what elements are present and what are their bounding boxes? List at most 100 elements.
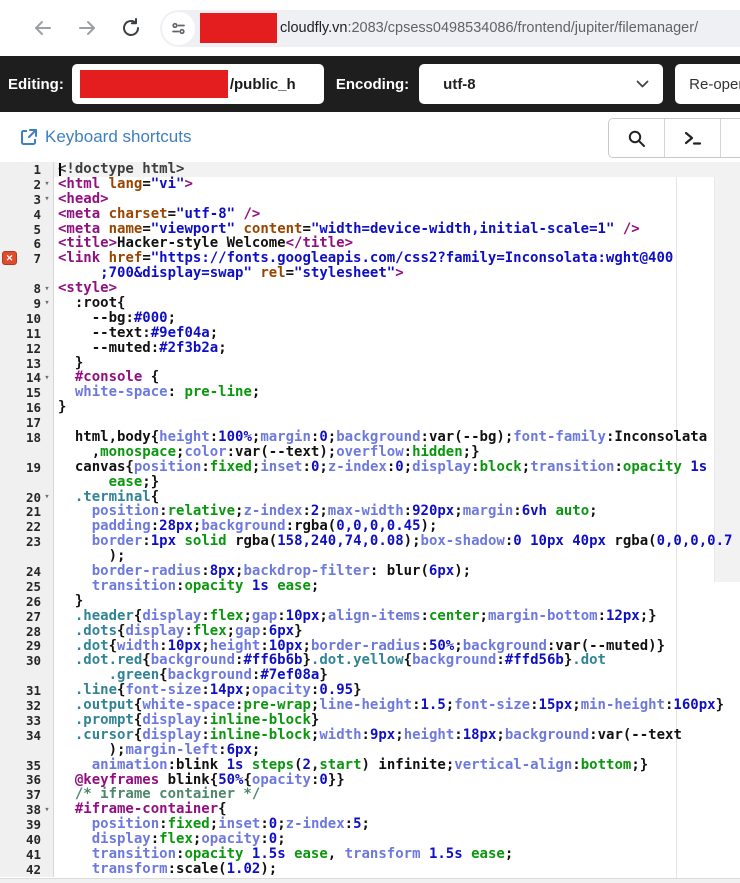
fold-arrow-icon[interactable]: ▾ <box>41 298 53 308</box>
encoding-select[interactable]: utf-8 <box>419 64 664 104</box>
token: 10px <box>285 607 320 624</box>
reopen-button[interactable]: Re-oper <box>675 64 740 104</box>
token: ; <box>277 831 286 848</box>
gutter-cell: 15 <box>0 385 54 400</box>
token: { <box>243 771 252 788</box>
token: border <box>91 533 143 550</box>
token: blink <box>167 771 210 788</box>
token: position <box>91 816 160 833</box>
code-line: 41 transition:opacity 1.5s ease, transfo… <box>0 847 740 862</box>
token: 9px <box>369 726 396 743</box>
token: ; <box>496 726 505 743</box>
token: .cursor <box>74 726 134 743</box>
token: line-height <box>319 697 413 714</box>
reload-button[interactable] <box>116 13 146 43</box>
token: <html <box>58 175 101 192</box>
token: ;} <box>462 443 480 460</box>
token: "viewport" <box>150 220 236 237</box>
fold-arrow-icon[interactable]: ▾ <box>41 194 53 204</box>
token: } <box>74 592 84 609</box>
gutter-cell: 4 <box>0 207 54 222</box>
token: <meta <box>58 220 101 237</box>
fold-arrow-icon[interactable]: ▾ <box>41 179 53 189</box>
token: } <box>74 354 84 371</box>
back-button[interactable] <box>28 13 58 43</box>
token: flex <box>209 607 244 624</box>
line-number: 36 <box>25 772 41 788</box>
token: hidden <box>412 443 463 460</box>
gutter-cell: 18 <box>0 430 54 445</box>
token: blink <box>176 756 219 773</box>
gutter-cell: 36 <box>0 772 54 788</box>
fold-arrow-icon[interactable]: ▾ <box>41 805 53 815</box>
line-number: 34 <box>25 727 41 743</box>
horizontal-scrollbar[interactable] <box>0 878 740 883</box>
line-number: 22 <box>25 519 41 535</box>
token: ); <box>260 860 278 877</box>
token: : <box>530 697 539 714</box>
token: <style> <box>58 280 118 297</box>
token: #iframe-container <box>74 801 219 818</box>
token: transform <box>344 845 421 862</box>
token: /> <box>243 205 261 222</box>
token: backdrop-filter <box>243 563 370 580</box>
token: var(--text) <box>235 443 328 460</box>
shortcut-bar: Keyboard shortcuts <box>0 112 740 162</box>
token: 1.5 <box>420 697 446 714</box>
token: ; <box>167 309 177 326</box>
fold-arrow-icon[interactable]: ▾ <box>41 284 53 294</box>
terminal-button[interactable] <box>665 119 721 157</box>
token: pre-wrap <box>243 697 311 714</box>
token: : <box>572 756 581 773</box>
code-text: .line{font-size:14px;opacity:0.95} <box>54 683 740 698</box>
code-editor[interactable]: 1 <!doctype html> 2 ▾ <html lang="vi"> 3 ▾ <hea… <box>0 162 740 878</box>
clipped-toolbar-button[interactable] <box>721 119 740 157</box>
token: opacity <box>201 831 261 848</box>
fold-arrow-icon[interactable]: ▾ <box>41 373 53 383</box>
token: infinite <box>378 756 446 773</box>
token: .line <box>74 682 118 699</box>
code-line: 23 border:1px solid rgba(158,240,74,0.08… <box>0 534 740 549</box>
code-line: 2 ▾ <html lang="vi"> <box>0 175 740 192</box>
file-path-field[interactable]: /public_h <box>71 64 324 104</box>
code-text: /* iframe container */ <box>54 787 740 802</box>
line-number: 30 <box>25 653 41 669</box>
url-bar[interactable]: cloudfly.vn:2083/cpsess0498534086/fronte… <box>160 9 740 47</box>
token: font-family <box>513 429 606 446</box>
fold-arrow-icon[interactable]: ▾ <box>41 492 53 502</box>
gutter-cell: 24 <box>0 564 54 579</box>
token: var(--text <box>597 726 682 743</box>
line-number: 13 <box>25 355 41 371</box>
token: ; <box>445 697 455 714</box>
site-info-button[interactable] <box>162 11 195 45</box>
keyboard-shortcuts-link[interactable]: Keyboard shortcuts <box>20 127 191 147</box>
token: overflow <box>336 443 404 460</box>
code-line: 17 <box>0 415 740 430</box>
code-line: .green{background:#7ef08a} <box>0 668 740 684</box>
token: z-index <box>285 816 345 833</box>
gutter-cell: 3 ▾ <box>0 192 54 207</box>
token: ; <box>572 697 581 714</box>
code-area[interactable]: 1 <!doctype html> 2 ▾ <html lang="vi"> 3 ▾ <hea… <box>0 162 740 877</box>
token: display <box>91 831 151 848</box>
token: solid <box>184 533 227 550</box>
token: : <box>614 458 623 475</box>
token: 1s <box>690 458 708 475</box>
code-line: 35 animation:blink 1s steps(2,start) inf… <box>0 756 740 773</box>
code-text: } <box>54 400 740 415</box>
token: : <box>142 324 151 341</box>
token: opacity <box>251 682 311 699</box>
gutter-cell: 30 <box>0 653 54 668</box>
error-icon[interactable]: ✕ <box>2 251 17 266</box>
search-button[interactable] <box>609 119 665 157</box>
token: 6px <box>428 563 455 580</box>
token: .dot <box>74 637 109 654</box>
token: ; <box>504 429 514 446</box>
gutter-cell <box>0 668 54 684</box>
line-number: 39 <box>25 817 41 833</box>
code-line: ); <box>0 549 740 565</box>
forward-button[interactable] <box>72 13 102 43</box>
